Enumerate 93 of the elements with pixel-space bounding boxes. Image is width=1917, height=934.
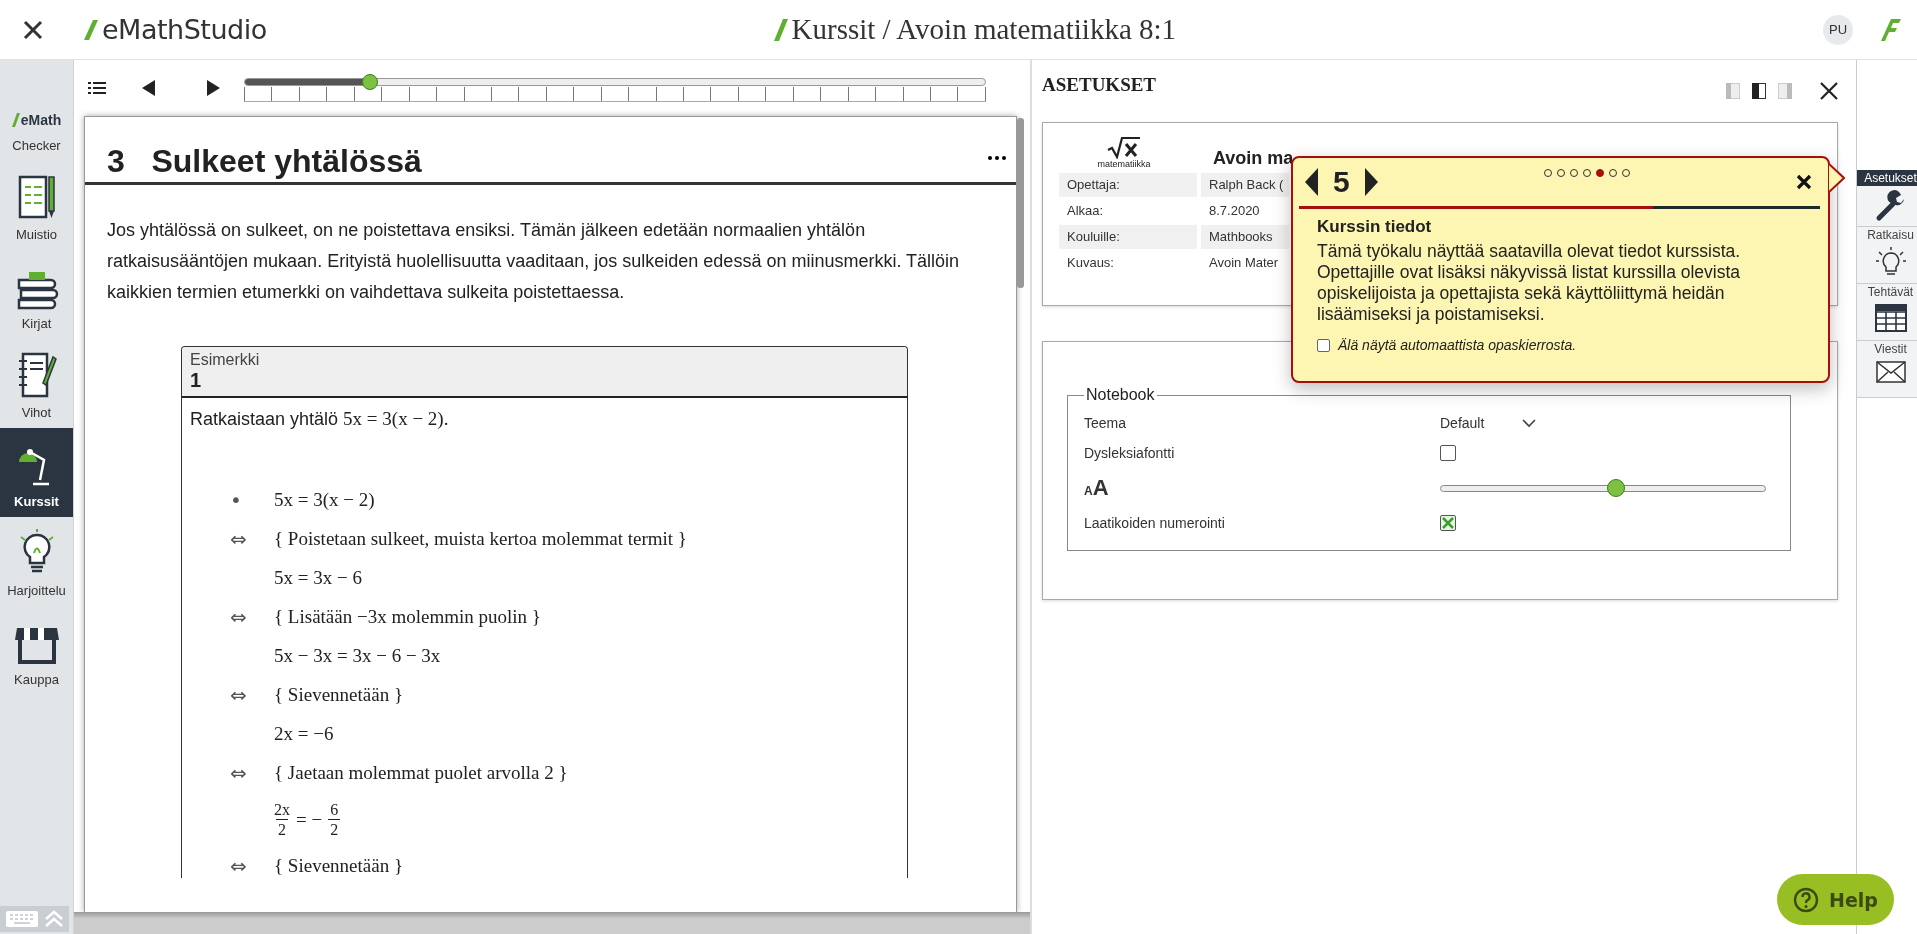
slider-thumb[interactable] (1607, 479, 1626, 497)
setting-label: Dysleksiafontti (1084, 445, 1176, 461)
previous-icon[interactable] (1305, 168, 1319, 196)
panel-title: ASETUKSET (1042, 74, 1158, 96)
field-value: Mathbooks (1201, 225, 1289, 249)
square-root-icon (1107, 137, 1141, 159)
example-label: Esimerkki (190, 351, 261, 369)
setting-label: Teema (1084, 415, 1128, 431)
close-icon[interactable] (1796, 174, 1812, 190)
slash-icon (84, 18, 98, 41)
side-tool-tab[interactable]: Tehtävät (1857, 284, 1917, 341)
next-icon[interactable] (206, 80, 220, 96)
more-icon[interactable] (988, 156, 1006, 160)
field-label: Kuvaus: (1066, 254, 1115, 272)
equation-step: { Jaetaan molemmat puolet arvolla 2 } (274, 762, 568, 784)
step-symbol: ⇔ (230, 605, 247, 629)
chapter-heading: 3 Sulkeet yhtälössä (107, 143, 422, 180)
sidebar-label: Vihot (21, 405, 52, 420)
layout-option-icon[interactable] (1752, 83, 1766, 99)
sidebar-label: Harjoittelu (7, 583, 66, 598)
font-size-slider[interactable] (1440, 478, 1766, 498)
step-symbol: ⇔ (230, 854, 247, 878)
field-label: Kouluille: (1059, 225, 1197, 249)
wrench-icon (1874, 190, 1907, 222)
field-label: Alkaa: (1066, 202, 1105, 220)
equation-step: { Lisätään −3x molemmin puolin } (274, 606, 541, 628)
equation-step: 5x = 3(x − 2) (274, 489, 375, 511)
checker-logo: eMath (11, 112, 62, 128)
checkbox[interactable] (1440, 445, 1456, 461)
clipboard-icon (16, 173, 57, 221)
sidebar-item[interactable]: Kirjat (0, 250, 73, 339)
sidebar-item[interactable]: Vihot (0, 339, 73, 428)
user-avatar[interactable]: PU (1823, 14, 1853, 45)
envelope-icon (1875, 361, 1906, 383)
sidebar-item[interactable]: Harjoittelu (0, 517, 73, 606)
step-symbol: • (230, 488, 242, 512)
step-symbol: ⇔ (230, 683, 247, 707)
step-dot[interactable] (1595, 169, 1604, 177)
close-icon[interactable] (22, 18, 44, 41)
side-tool-tab[interactable]: Ratkaisu (1857, 227, 1917, 284)
checkbox[interactable] (1317, 338, 1330, 352)
chapter-paragraph: Jos yhtälössä on sulkeet, on ne poistettava ensiksi. Tämän jälkeen edetään normaalien yhtälön ratkaisusääntöjen mukaan. Erityistä huolellisuutta vaaditaan, jos sulkeiden edessä on miinusmerkki. Tällöin kaikkien termien etumerkki on vaihdettava sulkeita poistettaessa. (107, 219, 961, 304)
step-symbol: ⇔ (230, 527, 247, 551)
equation-step: { Sievennetään } (274, 684, 404, 706)
field-value: Avoin Mater (1208, 254, 1280, 272)
sidebar-label: Muistio (15, 227, 58, 242)
sidebar-item[interactable]: Kauppa (0, 606, 73, 695)
setting-label: Laatikoiden numerointi (1084, 515, 1226, 531)
page-title: Kurssit / Avoin matematiikka 8:1 (791, 13, 1177, 46)
field-label: Opettaja: (1059, 173, 1197, 197)
equation-step: 2x = −6 (274, 723, 334, 745)
slash-icon (773, 17, 788, 42)
slider-thumb[interactable] (362, 74, 379, 90)
scrollbar[interactable] (1017, 118, 1024, 288)
equation-step: 5x − 3x = 3x − 6 − 3x (274, 645, 441, 667)
field-value: 8.7.2020 (1208, 202, 1261, 220)
equation-step: 5x = 3x − 6 (274, 567, 362, 589)
next-icon[interactable] (1363, 168, 1378, 196)
sidebar-item[interactable]: Kurssit (0, 428, 73, 517)
app-name: eMathStudio (102, 14, 267, 45)
example-intro: Ratkaistaan yhtälö 5x = 3(x − 2). (190, 408, 450, 430)
equation-step: { Poistetaan sulkeet, muista kertoa molemmat termit } (274, 528, 687, 550)
font-size-glyph: AA (1084, 475, 1110, 501)
course-name: Avoin ma (1213, 147, 1294, 169)
sidebar-label: Checker (12, 138, 61, 153)
sidebar-label: Kurssit (14, 494, 59, 509)
theme-dropdown[interactable]: Default (1440, 415, 1540, 431)
sidebar-item[interactable]: eMath Checker (0, 72, 73, 161)
list-icon[interactable] (88, 81, 106, 95)
help-button[interactable]: Help (1777, 874, 1894, 925)
step-number: 5 (1333, 165, 1350, 199)
checkbox-label: Älä näytä automaattista opaskierrosta. (1338, 337, 1577, 353)
sidebar-label: Kirjat (21, 316, 52, 331)
side-tool-tab[interactable]: Viestit (1857, 341, 1917, 398)
previous-icon[interactable] (142, 80, 156, 96)
sidebar-label: Kauppa (14, 672, 59, 687)
table-grid-icon (1874, 304, 1907, 332)
close-icon[interactable] (1820, 82, 1838, 100)
field-value: Ralph Back ( (1201, 173, 1289, 197)
chevron-down-icon[interactable] (1522, 418, 1537, 428)
tour-text: Tämä työkalu näyttää saatavilla olevat tiedot kurssista. Opettajille ovat lisäksi näkyvissä listat kurssilla olevista opiskelijoista ja opettajista sekä käyttöliittymä heidän lisäämiseksi ja poistamiseksi. (1317, 241, 1742, 325)
equation-step: { Sievennetään } (274, 855, 404, 877)
side-tool-tab[interactable]: Asetukset (1857, 170, 1917, 227)
sidebar-item[interactable]: Muistio (0, 161, 73, 250)
notebook-icon (16, 351, 57, 399)
logo-caption: matematiikka (1097, 159, 1151, 169)
tour-title: Kurssin tiedot (1317, 217, 1433, 237)
checkbox[interactable] (1440, 515, 1456, 531)
question-mark-icon (1793, 886, 1820, 913)
example-number: 1 (190, 369, 203, 392)
chapter-slider[interactable] (244, 74, 986, 104)
group-legend: Notebook (1084, 386, 1157, 404)
step-symbol: ⇔ (230, 761, 247, 785)
